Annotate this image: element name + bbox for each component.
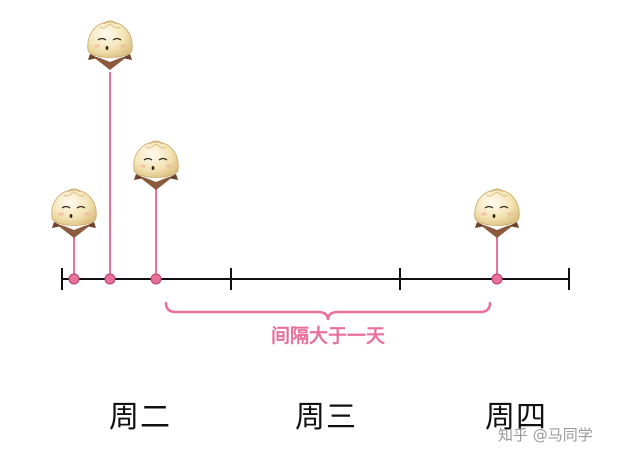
baozi-dumpling-icon	[133, 140, 179, 191]
gap-brace	[164, 301, 492, 321]
event-dot-1	[68, 273, 80, 285]
day-label-wednesday: 周三	[295, 400, 357, 435]
baozi-dumpling-icon	[87, 20, 133, 71]
baozi-dumpling-icon	[474, 188, 520, 239]
baozi-dumpling-icon	[51, 188, 97, 239]
day-label-tuesday: 周二	[109, 400, 171, 435]
event-dot-3	[150, 273, 162, 285]
event-dot-2	[104, 273, 116, 285]
gap-label: 间隔大于一天	[270, 325, 386, 347]
watermark: 知乎 @马同学	[498, 426, 593, 444]
event-dot-4	[491, 273, 503, 285]
